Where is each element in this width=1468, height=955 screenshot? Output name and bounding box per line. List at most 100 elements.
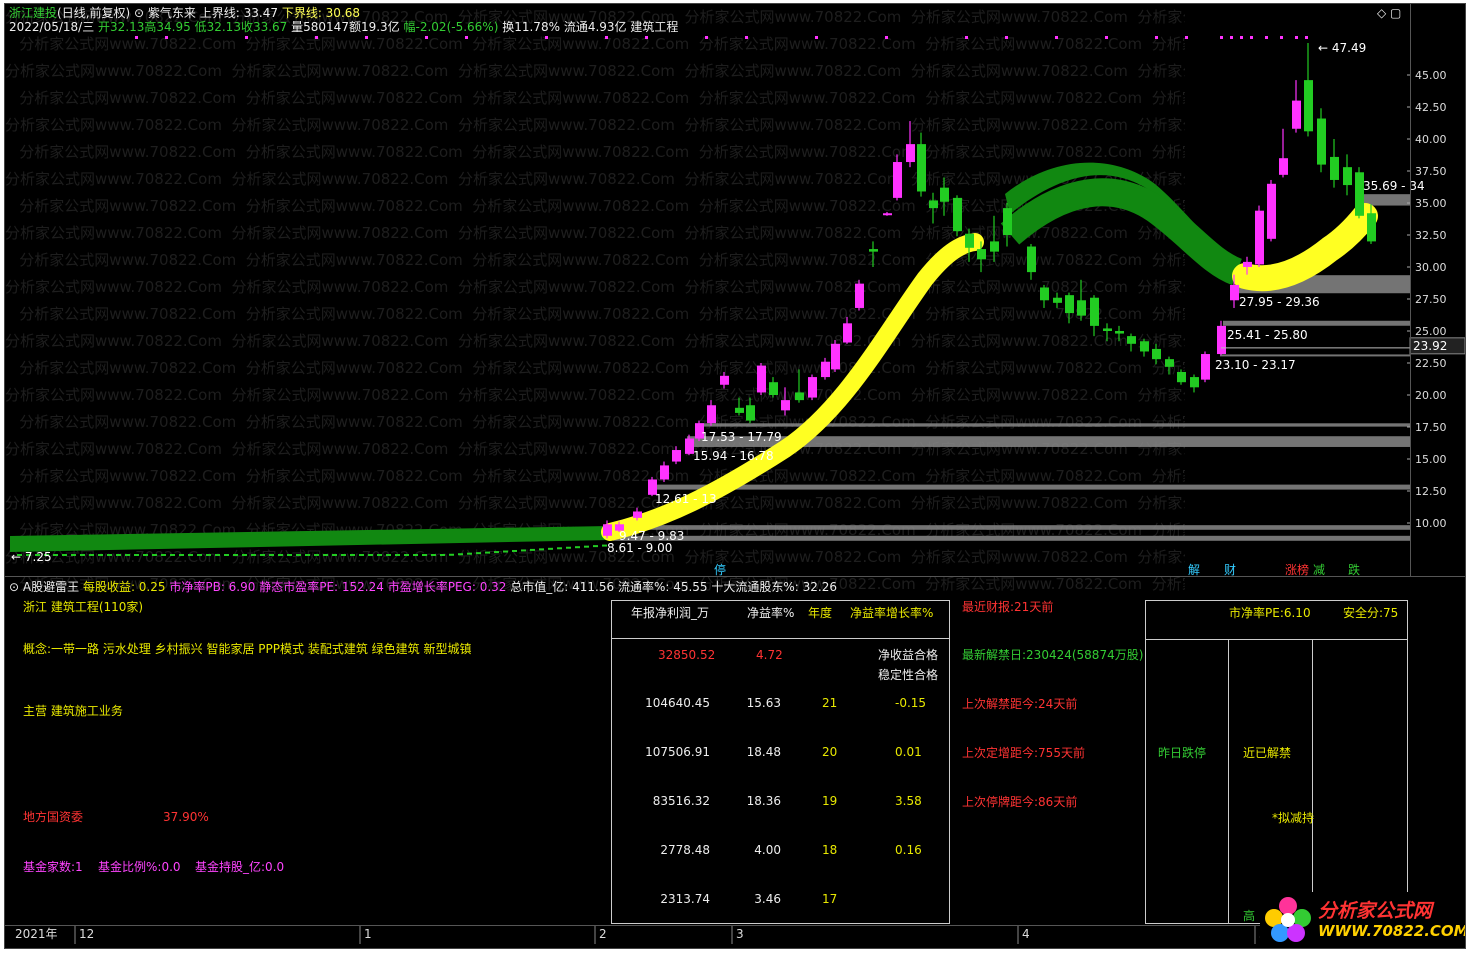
candle-body <box>1077 300 1086 316</box>
candle <box>323 554 328 556</box>
indicator-name[interactable]: 紫气东来 <box>148 6 196 20</box>
candle <box>521 549 526 552</box>
candle-body <box>990 241 999 252</box>
finance-cell-profit: 83516.32 <box>652 794 710 808</box>
business: 主营 建筑施工业务 <box>23 704 123 718</box>
fund-ratio: 基金比例%:0.0 <box>98 860 181 874</box>
zone-label: 35.69 - 34 <box>1363 179 1425 193</box>
settings-icon[interactable]: ⊙ <box>134 6 144 20</box>
candle <box>62 554 67 556</box>
window-controls[interactable]: ◇ ▢ <box>1377 6 1401 20</box>
candle-body <box>1201 354 1210 380</box>
eps: 每股收益: 0.25 <box>82 580 166 594</box>
fund-hold: 基金持股_亿:0.0 <box>195 860 285 874</box>
event-marker: 解 <box>1188 563 1200 577</box>
candle-body <box>1127 336 1136 344</box>
finance-cell-profit: 2778.48 <box>660 843 710 857</box>
candle <box>530 548 535 551</box>
pane-divider[interactable] <box>5 576 1465 577</box>
candle-body <box>746 405 755 421</box>
candle-body <box>940 187 949 202</box>
candle <box>575 546 580 549</box>
candle <box>116 554 121 556</box>
finance-cell-roe: 18.36 <box>746 794 781 808</box>
lower-title[interactable]: A股避雷王 <box>23 580 79 594</box>
event-marker: 跌 <box>1348 562 1360 577</box>
top-marker-dot <box>1220 36 1223 39</box>
gear-icon[interactable]: ⊙ <box>9 580 19 594</box>
candle <box>548 547 553 550</box>
top-marker-dot <box>1105 36 1108 39</box>
risk-col-divider-1 <box>1228 639 1229 923</box>
candle-body <box>1152 348 1161 360</box>
candle-body <box>1190 377 1199 388</box>
top-marker-dot <box>1240 36 1243 39</box>
risk-col2: 近已解禁 <box>1243 746 1292 760</box>
top-marker-dot <box>465 36 468 39</box>
event-last-report: 最近财报:21天前 <box>962 600 1054 614</box>
site-logo: 分析家公式网 WWW.70822.COM <box>1260 892 1465 944</box>
logo-title: 分析家公式网 <box>1318 900 1433 922</box>
candle-body <box>1317 118 1326 165</box>
candle <box>179 554 184 556</box>
top-marker-dot <box>425 36 428 39</box>
zone-label: 12.61 - 13 <box>655 492 717 506</box>
candle-body <box>917 144 926 192</box>
y-axis-label: 25.00 <box>1415 325 1447 338</box>
quote-change: 幅-2.02(-5.66%) <box>403 20 499 34</box>
concepts: 概念:一带一路 污水处理 乡村振兴 智能家居 PPP模式 装配式建筑 绿色建筑 … <box>23 642 472 656</box>
candle-body <box>707 405 716 424</box>
th-roe: 净益率% <box>747 606 795 620</box>
candle <box>152 554 157 556</box>
candle <box>314 554 319 556</box>
first-profit: 32850.52 <box>658 648 716 662</box>
y-axis-label: 35.00 <box>1415 197 1447 210</box>
y-axis-label: 10.00 <box>1415 517 1447 530</box>
period[interactable]: (日线,前复权) <box>57 6 130 20</box>
top-marker-dot <box>1155 36 1158 39</box>
top-marker-dot <box>885 36 888 39</box>
risk-panel-divider <box>1145 639 1407 640</box>
candle-body <box>795 392 804 401</box>
y-axis-label: 22.50 <box>1415 357 1447 370</box>
risk-col-divider-2 <box>1312 639 1313 923</box>
candle <box>494 551 499 554</box>
finance-cell-roe: 3.46 <box>754 892 781 906</box>
candle-body <box>1267 183 1276 239</box>
price-zone <box>1223 320 1410 326</box>
candle-body <box>855 283 864 308</box>
zone-label: 15.94 - 16.78 <box>693 449 774 463</box>
fund-count: 基金家数:1 <box>23 860 83 874</box>
stock-name[interactable]: 浙江建投 <box>9 6 57 20</box>
finance-cell-year: 19 <box>822 794 838 808</box>
candle <box>395 554 400 556</box>
candle <box>485 551 490 554</box>
candle-body <box>808 377 817 398</box>
x-axis-divider <box>5 925 1465 926</box>
candle-body <box>965 233 974 248</box>
finance-cell-growth: -0.15 <box>895 696 927 710</box>
lower-header: ⊙ A股避雷王 每股收益: 0.25 市净率PB: 6.90 静态市盈率PE: … <box>9 580 837 594</box>
candle-body <box>633 511 642 518</box>
candle <box>512 549 517 552</box>
risk-col1: 昨日跌停 <box>1158 746 1207 760</box>
candle-body <box>603 524 612 536</box>
y-axis-label: 30.00 <box>1415 261 1447 274</box>
y-axis-label: 37.50 <box>1415 165 1447 178</box>
price-zone <box>1220 354 1410 357</box>
candle-body <box>893 162 902 198</box>
top10-holders: 十大流通股东%: 32.26 <box>711 580 838 594</box>
max-price-label: ← 47.49 <box>1318 41 1366 55</box>
candle <box>143 554 148 556</box>
zone-label: 17.53 - 17.79 <box>701 430 782 444</box>
zone-label: 23.10 - 23.17 <box>1215 358 1296 372</box>
top-marker-dot <box>1230 36 1233 39</box>
note-profit: 净收益合格 <box>878 648 939 662</box>
event-marker: 财 <box>1224 563 1236 577</box>
candle-body <box>1243 261 1252 267</box>
candle <box>80 554 85 556</box>
risk-safety: 安全分:75 <box>1343 606 1399 620</box>
th-year: 年度 <box>808 606 833 620</box>
quote-sector: 建筑工程 <box>630 20 679 34</box>
candle <box>125 554 130 556</box>
